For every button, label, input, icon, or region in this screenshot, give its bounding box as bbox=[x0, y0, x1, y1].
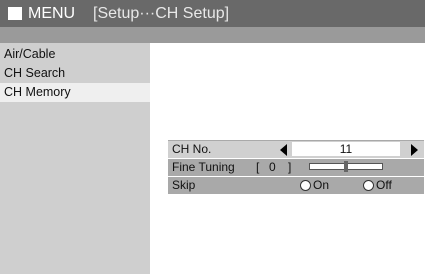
fine-tuning-row[interactable]: Fine Tuning [ 0 ] bbox=[168, 159, 424, 176]
fine-tuning-value: 0 bbox=[269, 160, 276, 174]
sidebar-item-label: CH Memory bbox=[4, 85, 71, 99]
sidebar-item-label: Air/Cable bbox=[4, 47, 56, 61]
sidebar: Air/Cable CH Search CH Memory bbox=[0, 43, 150, 274]
settings-panel: CH No. 11 Fine Tuning [ 0 ] Skip On Off bbox=[168, 140, 424, 194]
menu-title: MENU bbox=[28, 5, 76, 22]
ch-no-label: CH No. bbox=[172, 142, 212, 156]
skip-off-label: Off bbox=[376, 178, 392, 192]
fine-tuning-slider[interactable] bbox=[309, 161, 383, 172]
triangle-right-icon[interactable] bbox=[411, 144, 418, 156]
sidebar-item-ch-search[interactable]: CH Search bbox=[0, 64, 150, 83]
menu-square-icon bbox=[8, 7, 22, 20]
tv-osd-screen: MENU [Setup···CH Setup] Air/Cable CH Sea… bbox=[0, 0, 425, 274]
ch-no-row[interactable]: CH No. 11 bbox=[168, 141, 424, 158]
skip-row[interactable]: Skip On Off bbox=[168, 177, 424, 194]
slider-handle[interactable] bbox=[344, 161, 348, 172]
fine-tuning-bracket-open: [ bbox=[256, 160, 260, 174]
skip-label: Skip bbox=[172, 178, 196, 192]
triangle-left-icon[interactable] bbox=[280, 144, 287, 156]
fine-tuning-bracket-close: ] bbox=[288, 160, 292, 174]
sidebar-item-label: CH Search bbox=[4, 66, 66, 80]
fine-tuning-label: Fine Tuning bbox=[172, 160, 235, 174]
title-bar: MENU [Setup···CH Setup] bbox=[0, 0, 425, 27]
breadcrumb: [Setup···CH Setup] bbox=[93, 5, 230, 22]
skip-on-radio[interactable] bbox=[300, 180, 311, 191]
sidebar-item-air-cable[interactable]: Air/Cable bbox=[0, 45, 150, 64]
ch-no-value: 11 bbox=[292, 142, 400, 156]
sub-header-bar bbox=[0, 27, 425, 43]
skip-on-label: On bbox=[313, 178, 330, 192]
sidebar-item-ch-memory[interactable]: CH Memory bbox=[0, 83, 150, 102]
skip-off-radio[interactable] bbox=[363, 180, 374, 191]
